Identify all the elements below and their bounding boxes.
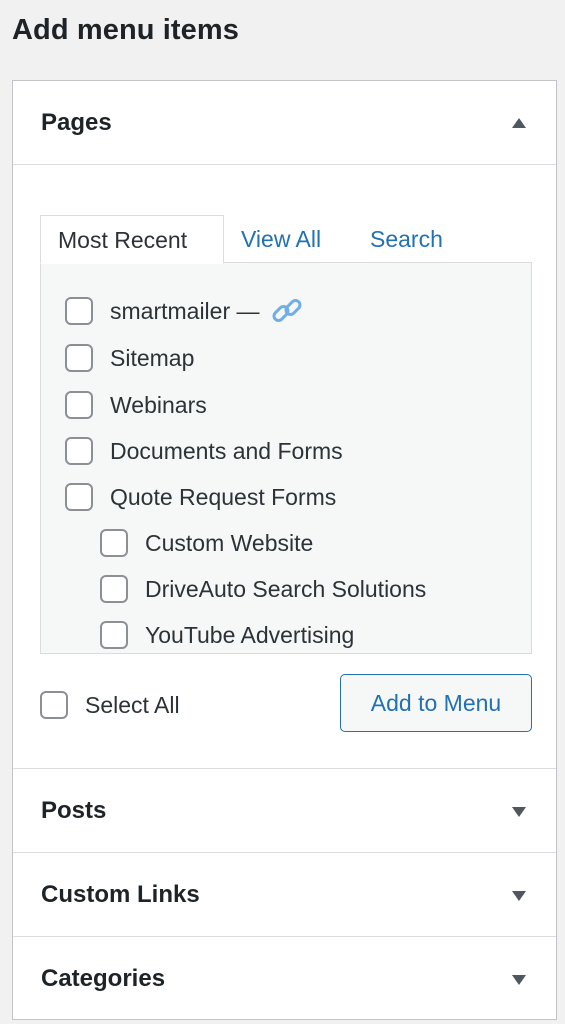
pages-checklist[interactable]: smartmailer — Sitemap Webinars Documents… [40,262,532,654]
checkbox[interactable] [65,297,93,325]
checkbox[interactable] [65,344,93,372]
checkbox[interactable] [65,483,93,511]
chain-link-icon [272,299,301,322]
list-item[interactable]: Documents and Forms [65,433,343,469]
triangle-down-icon [512,975,526,985]
list-item-label: Custom Website [145,529,314,556]
triangle-up-icon [512,118,526,128]
custom-links-section-title: Custom Links [41,881,200,908]
checkbox[interactable] [65,391,93,419]
page-title: Add menu items [12,14,239,46]
categories-section-title: Categories [41,965,166,992]
list-item[interactable]: DriveAuto Search Solutions [100,571,426,607]
categories-section-header[interactable]: Categories [13,937,556,1021]
custom-links-section-header[interactable]: Custom Links [13,853,556,937]
select-all[interactable]: Select All [40,687,180,723]
list-item-label: Documents and Forms [110,437,343,464]
list-item[interactable]: Quote Request Forms [65,479,336,515]
pages-section-title: Pages [41,109,112,136]
select-all-checkbox[interactable] [40,691,68,719]
list-item[interactable]: Sitemap [65,340,194,376]
list-item-label: Webinars [110,391,207,418]
checkbox[interactable] [100,529,128,557]
checkbox[interactable] [100,621,128,649]
list-item-label: smartmailer — [110,297,260,324]
checkbox[interactable] [65,437,93,465]
select-all-label: Select All [85,691,180,718]
tab-search[interactable]: Search [370,215,443,263]
tab-view-all[interactable]: View All [241,215,321,263]
list-item-label: YouTube Advertising [145,621,355,648]
pages-tabs: Most Recent View All Search [40,215,532,264]
posts-section-title: Posts [41,797,107,824]
list-item-label: DriveAuto Search Solutions [145,575,427,602]
list-item-label: Quote Request Forms [110,483,337,510]
list-item[interactable]: Webinars [65,387,207,423]
tab-most-recent[interactable]: Most Recent [40,215,224,264]
add-to-menu-button[interactable]: Add to Menu [340,674,532,732]
pages-section-header[interactable]: Pages [13,81,556,165]
list-item-label: Sitemap [110,344,195,371]
list-item[interactable]: YouTube Advertising [100,617,354,653]
list-item[interactable]: Custom Website [100,525,313,561]
menu-items-panel: Pages Most Recent View All Search smartm… [12,80,557,1020]
posts-section-header[interactable]: Posts [13,769,556,853]
triangle-down-icon [512,891,526,901]
triangle-down-icon [512,807,526,817]
checkbox[interactable] [100,575,128,603]
list-item[interactable]: smartmailer — [65,293,304,329]
